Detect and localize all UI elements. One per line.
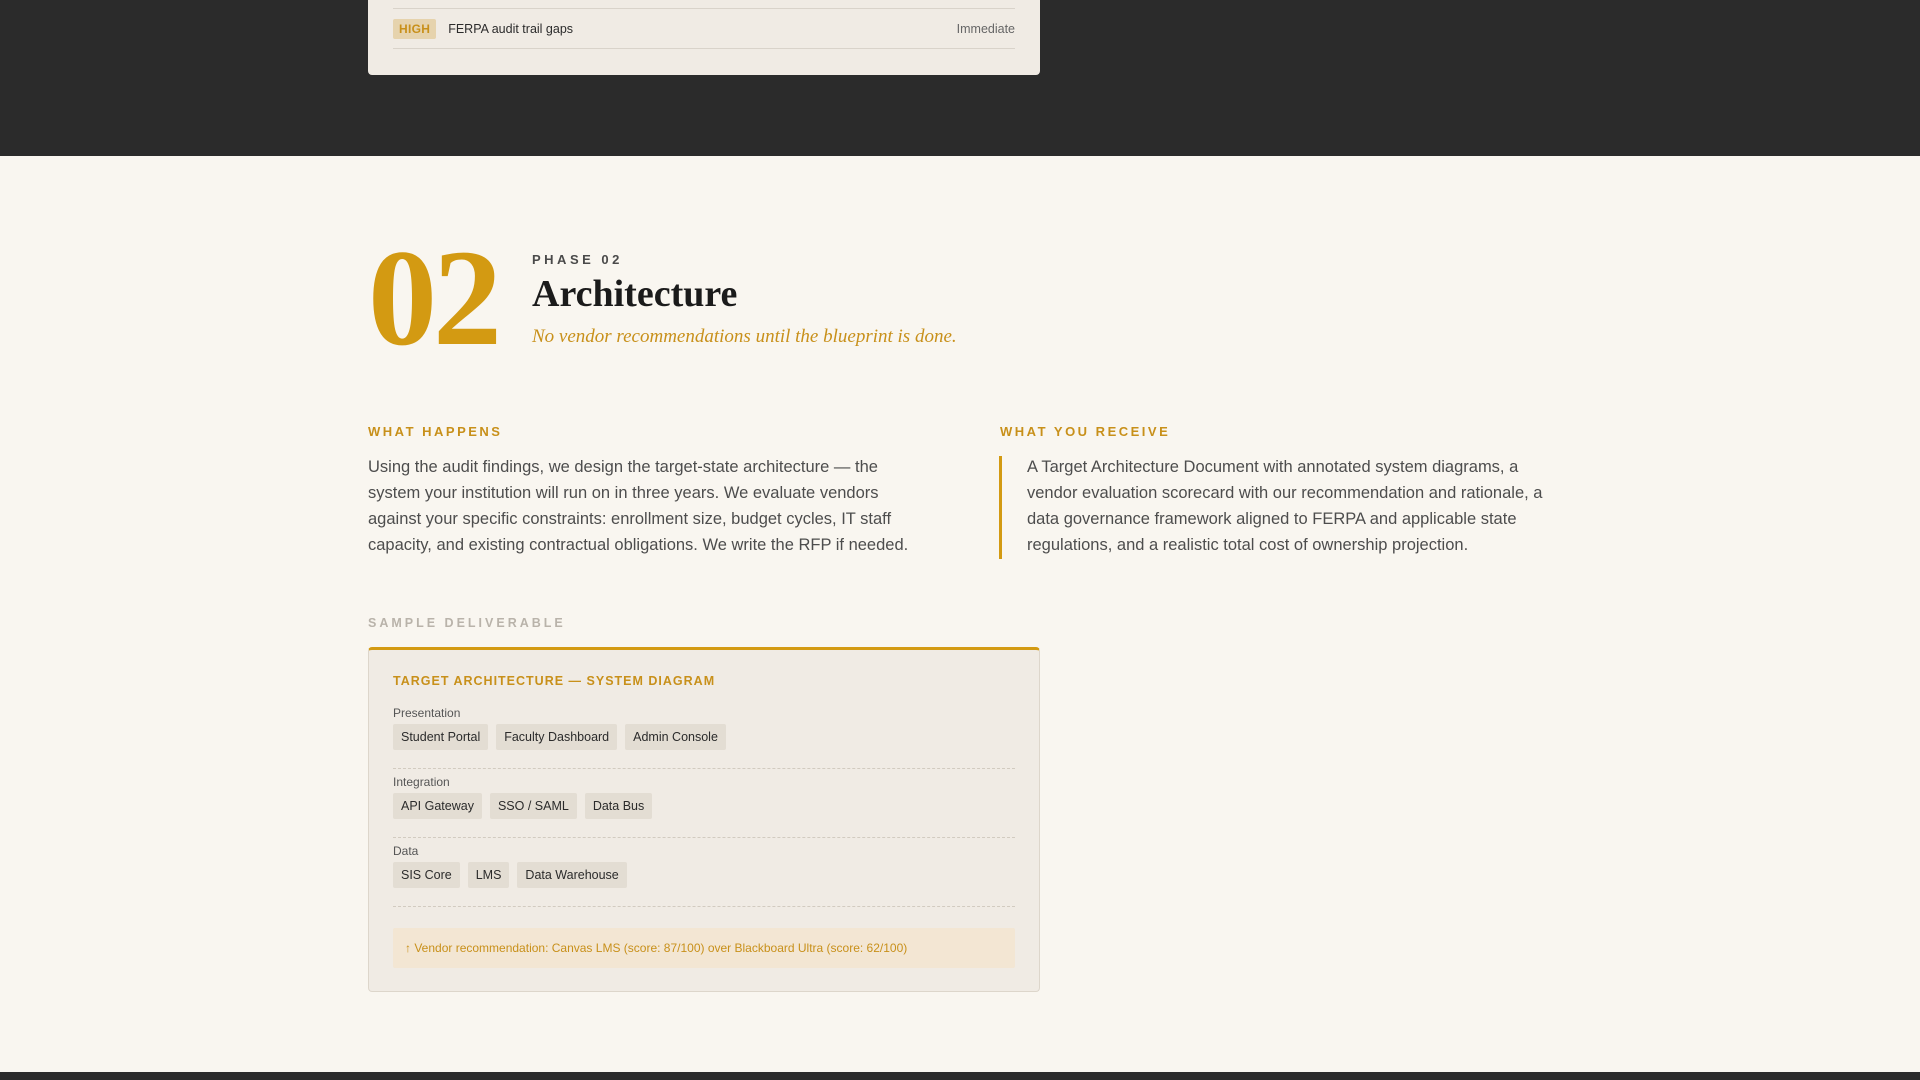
component-chip: LMS: [467, 862, 510, 888]
what-you-receive-body: A Target Architecture Document with anno…: [1027, 458, 1543, 554]
layer-data: Data SIS Core LMS Data Warehouse: [393, 838, 1015, 907]
audit-findings-card: HIGH FERPA audit trail gaps Immediate: [368, 0, 1040, 75]
what-happens-body: Using the audit findings, we design the …: [368, 458, 909, 554]
next-section-background: [0, 1072, 1920, 1080]
component-chip: Data Warehouse: [517, 862, 627, 888]
phase-number: 02: [368, 221, 502, 374]
what-you-receive-heading: WHAT YOU RECEIVE: [1000, 424, 1171, 439]
layer-presentation: Presentation Student Portal Faculty Dash…: [393, 700, 1015, 769]
layer-name: Data: [393, 844, 419, 858]
severity-badge: HIGH: [393, 18, 437, 39]
layer-name: Integration: [393, 775, 450, 789]
phase-title: Architecture: [532, 273, 738, 315]
phase-label: PHASE 02: [532, 252, 623, 267]
sample-deliverable-label: SAMPLE DELIVERABLE: [368, 616, 566, 630]
vendor-recommendation-note: ↑ Vendor recommendation: Canvas LMS (sco…: [393, 928, 1015, 968]
accent-bar: [999, 456, 1002, 559]
sample-deliverable-card: TARGET ARCHITECTURE — SYSTEM DIAGRAM Pre…: [368, 647, 1040, 992]
layer-integration: Integration API Gateway SSO / SAML Data …: [393, 769, 1015, 838]
component-chip: Data Bus: [584, 793, 653, 819]
finding-timing: Immediate: [956, 21, 1015, 36]
phase-tagline: No vendor recommendations until the blue…: [532, 326, 957, 347]
component-chip: Student Portal: [393, 724, 489, 750]
component-chip: SIS Core: [393, 862, 460, 888]
layer-name: Presentation: [393, 706, 461, 720]
component-chip: Admin Console: [625, 724, 726, 750]
audit-finding-row: HIGH FERPA audit trail gaps Immediate: [393, 9, 1015, 49]
component-chip: Faculty Dashboard: [496, 724, 618, 750]
component-chip: API Gateway: [393, 793, 482, 819]
deliverable-title: TARGET ARCHITECTURE — SYSTEM DIAGRAM: [393, 674, 716, 688]
finding-text: FERPA audit trail gaps: [448, 21, 574, 36]
what-happens-heading: WHAT HAPPENS: [368, 424, 503, 439]
component-chip: SSO / SAML: [489, 793, 577, 819]
